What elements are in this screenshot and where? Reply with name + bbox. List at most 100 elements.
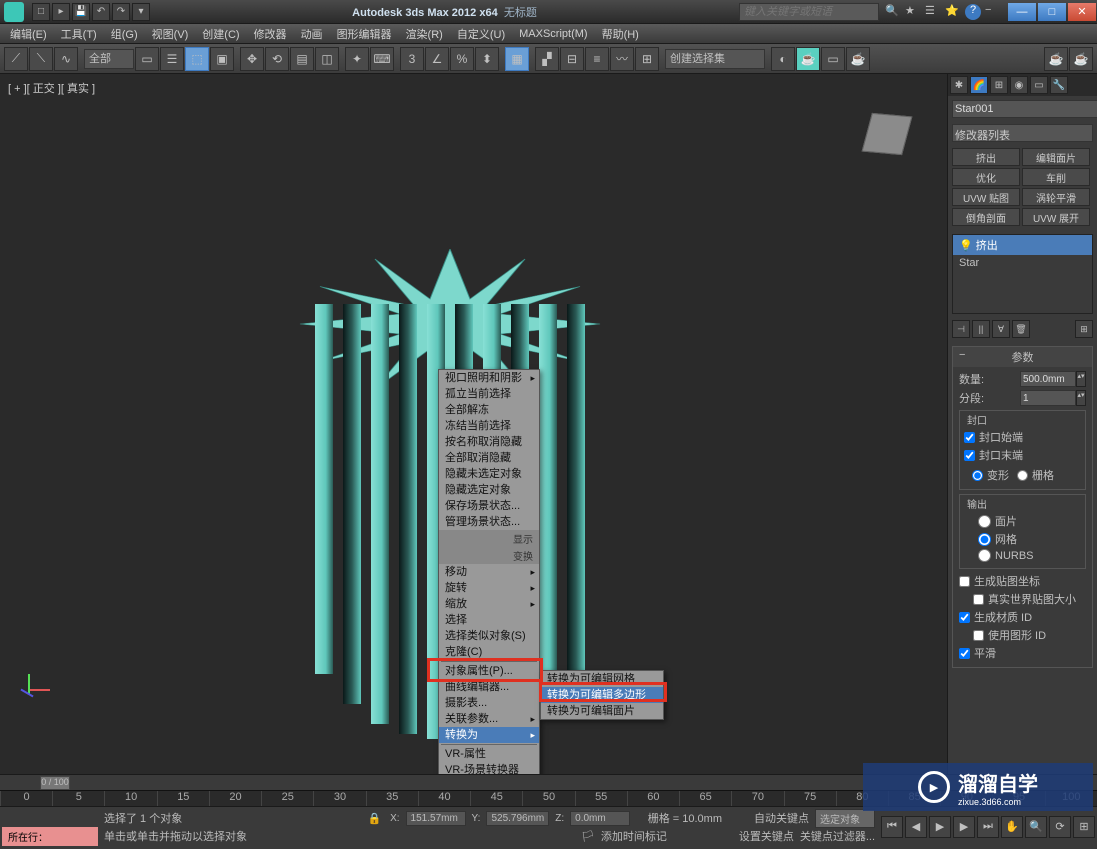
viewport[interactable]: [ + ][ 正交 ][ 真实 ]: [0, 74, 947, 774]
tab-motion-icon[interactable]: ◉: [1010, 76, 1028, 94]
chk-use-shapeid[interactable]: [973, 630, 984, 641]
lock-icon[interactable]: 🔒: [368, 812, 382, 825]
mi-to-patch[interactable]: 转换为可编辑面片: [541, 703, 663, 719]
selection-filter-combo[interactable]: 全部: [84, 49, 134, 69]
spinner-snap-icon[interactable]: ⬍: [475, 47, 499, 71]
btn-lathe[interactable]: 车削: [1022, 168, 1090, 186]
spinner-segments[interactable]: ▴▾: [1076, 390, 1086, 406]
manipulate-icon[interactable]: ✦: [345, 47, 369, 71]
mi-convert-to[interactable]: 转换为: [439, 727, 539, 743]
schematic-icon[interactable]: ⊞: [635, 47, 659, 71]
menu-maxscript[interactable]: MAXScript(M): [513, 26, 593, 42]
prev-frame-icon[interactable]: ◀: [905, 816, 927, 838]
configure-sets-icon[interactable]: ⊞: [1075, 320, 1093, 338]
btn-turbosmooth[interactable]: 涡轮平滑: [1022, 188, 1090, 206]
chk-smooth[interactable]: [959, 648, 970, 659]
rollout-header[interactable]: 参数: [953, 347, 1092, 367]
window-crossing-icon[interactable]: ▣: [210, 47, 234, 71]
viewport-label[interactable]: [ + ][ 正交 ][ 真实 ]: [8, 80, 95, 96]
nav-max-icon[interactable]: ⊞: [1073, 816, 1095, 838]
mi-clone[interactable]: 克隆(C): [439, 644, 539, 660]
coord-x[interactable]: 151.57mm: [406, 811, 466, 826]
qat-save-icon[interactable]: 💾: [72, 3, 90, 21]
qat-undo-icon[interactable]: ↶: [92, 3, 110, 21]
qat-dropdown-icon[interactable]: ▾: [132, 3, 150, 21]
setkey-button[interactable]: 设置关键点: [739, 828, 794, 844]
mi-hide-sel[interactable]: 隐藏选定对象: [439, 482, 539, 498]
unlink-icon[interactable]: ⟍: [29, 47, 53, 71]
select-region-icon[interactable]: ⬚: [185, 47, 209, 71]
btn-editpatch[interactable]: 编辑面片: [1022, 148, 1090, 166]
mi-unfreeze-all[interactable]: 全部解冻: [439, 402, 539, 418]
mi-isolate[interactable]: 孤立当前选择: [439, 386, 539, 402]
select-scale-icon[interactable]: ▤: [290, 47, 314, 71]
curve-editor-icon[interactable]: 〰: [610, 47, 634, 71]
close-button[interactable]: ✕: [1068, 3, 1096, 21]
rad-grid[interactable]: [1017, 470, 1028, 481]
rad-mesh[interactable]: [978, 533, 991, 546]
tab-hierarchy-icon[interactable]: ⊞: [990, 76, 1008, 94]
goto-start-icon[interactable]: ⏮: [881, 816, 903, 838]
viewcube[interactable]: [857, 104, 917, 164]
nav-pan-icon[interactable]: ✋: [1001, 816, 1023, 838]
remove-mod-icon[interactable]: 🗑: [1012, 320, 1030, 338]
chk-cap-start[interactable]: [964, 432, 975, 443]
mi-wire-params[interactable]: 关联参数...: [439, 711, 539, 727]
select-rotate-icon[interactable]: ⟲: [265, 47, 289, 71]
menu-customize[interactable]: 自定义(U): [451, 24, 511, 44]
play-icon[interactable]: ▶: [929, 816, 951, 838]
mi-select[interactable]: 选择: [439, 612, 539, 628]
mi-freeze-sel[interactable]: 冻结当前选择: [439, 418, 539, 434]
mi-unhide-name[interactable]: 按名称取消隐藏: [439, 434, 539, 450]
chk-gen-matid[interactable]: [959, 612, 970, 623]
chk-cap-end[interactable]: [964, 450, 975, 461]
next-frame-icon[interactable]: ▶: [953, 816, 975, 838]
pin-stack-icon[interactable]: ⊣: [952, 320, 970, 338]
tab-modify-icon[interactable]: 🌈: [970, 76, 988, 94]
keymode-combo[interactable]: 选定对象: [815, 809, 875, 828]
tab-display-icon[interactable]: ▭: [1030, 76, 1048, 94]
chk-real-world[interactable]: [973, 594, 984, 605]
mi-to-mesh[interactable]: 转换为可编辑网格: [541, 671, 663, 687]
connect-icon[interactable]: ★: [905, 4, 921, 20]
ref-coord-icon[interactable]: ◫: [315, 47, 339, 71]
menu-grapheditors[interactable]: 图形编辑器: [331, 24, 398, 44]
tab-create-icon[interactable]: ✱: [950, 76, 968, 94]
object-name-input[interactable]: [952, 100, 1097, 118]
modifier-stack[interactable]: 💡 挤出 Star: [952, 234, 1093, 314]
align-icon[interactable]: ⊟: [560, 47, 584, 71]
menu-modifiers[interactable]: 修改器: [248, 24, 293, 44]
keyboard-shortcut-icon[interactable]: ⌨: [370, 47, 394, 71]
autokey-button[interactable]: 自动关键点: [754, 810, 809, 826]
maximize-button[interactable]: □: [1038, 3, 1066, 21]
mi-scale[interactable]: 缩放: [439, 596, 539, 612]
app-icon[interactable]: [4, 2, 24, 22]
menu-rendering[interactable]: 渲染(R): [400, 24, 449, 44]
stack-extrude[interactable]: 💡 挤出: [953, 235, 1092, 255]
chk-gen-mapping[interactable]: [959, 576, 970, 587]
show-end-icon[interactable]: ||: [972, 320, 990, 338]
btn-uvwmap[interactable]: UVW 贴图: [952, 188, 1020, 206]
menu-group[interactable]: 组(G): [105, 24, 144, 44]
goto-end-icon[interactable]: ⏭: [977, 816, 999, 838]
btn-optimize[interactable]: 优化: [952, 168, 1020, 186]
time-tag-icon[interactable]: 🏳: [581, 830, 595, 843]
percent-snap-icon[interactable]: %: [450, 47, 474, 71]
mi-vr-props[interactable]: VR-属性: [439, 746, 539, 762]
edit-named-sel-icon[interactable]: ▦: [505, 47, 529, 71]
make-unique-icon[interactable]: ∀: [992, 320, 1010, 338]
material-editor-icon[interactable]: ◐: [771, 47, 795, 71]
modifier-list-combo[interactable]: 修改器列表: [952, 124, 1093, 142]
mi-unhide-all[interactable]: 全部取消隐藏: [439, 450, 539, 466]
mi-hide-unsel[interactable]: 隐藏未选定对象: [439, 466, 539, 482]
named-selection-combo[interactable]: 创建选择集: [665, 49, 765, 69]
exchange-icon[interactable]: ☰: [925, 4, 941, 20]
mi-dope-sheet[interactable]: 摄影表...: [439, 695, 539, 711]
menu-tools[interactable]: 工具(T): [55, 24, 103, 44]
select-object-icon[interactable]: ▭: [135, 47, 159, 71]
mi-to-poly[interactable]: 转换为可编辑多边形: [541, 687, 663, 703]
snap-toggle-icon[interactable]: 3: [400, 47, 424, 71]
add-time-tag[interactable]: 添加时间标记: [601, 828, 667, 844]
spinner-amount[interactable]: ▴▾: [1076, 371, 1086, 387]
nav-orbit-icon[interactable]: ⟳: [1049, 816, 1071, 838]
